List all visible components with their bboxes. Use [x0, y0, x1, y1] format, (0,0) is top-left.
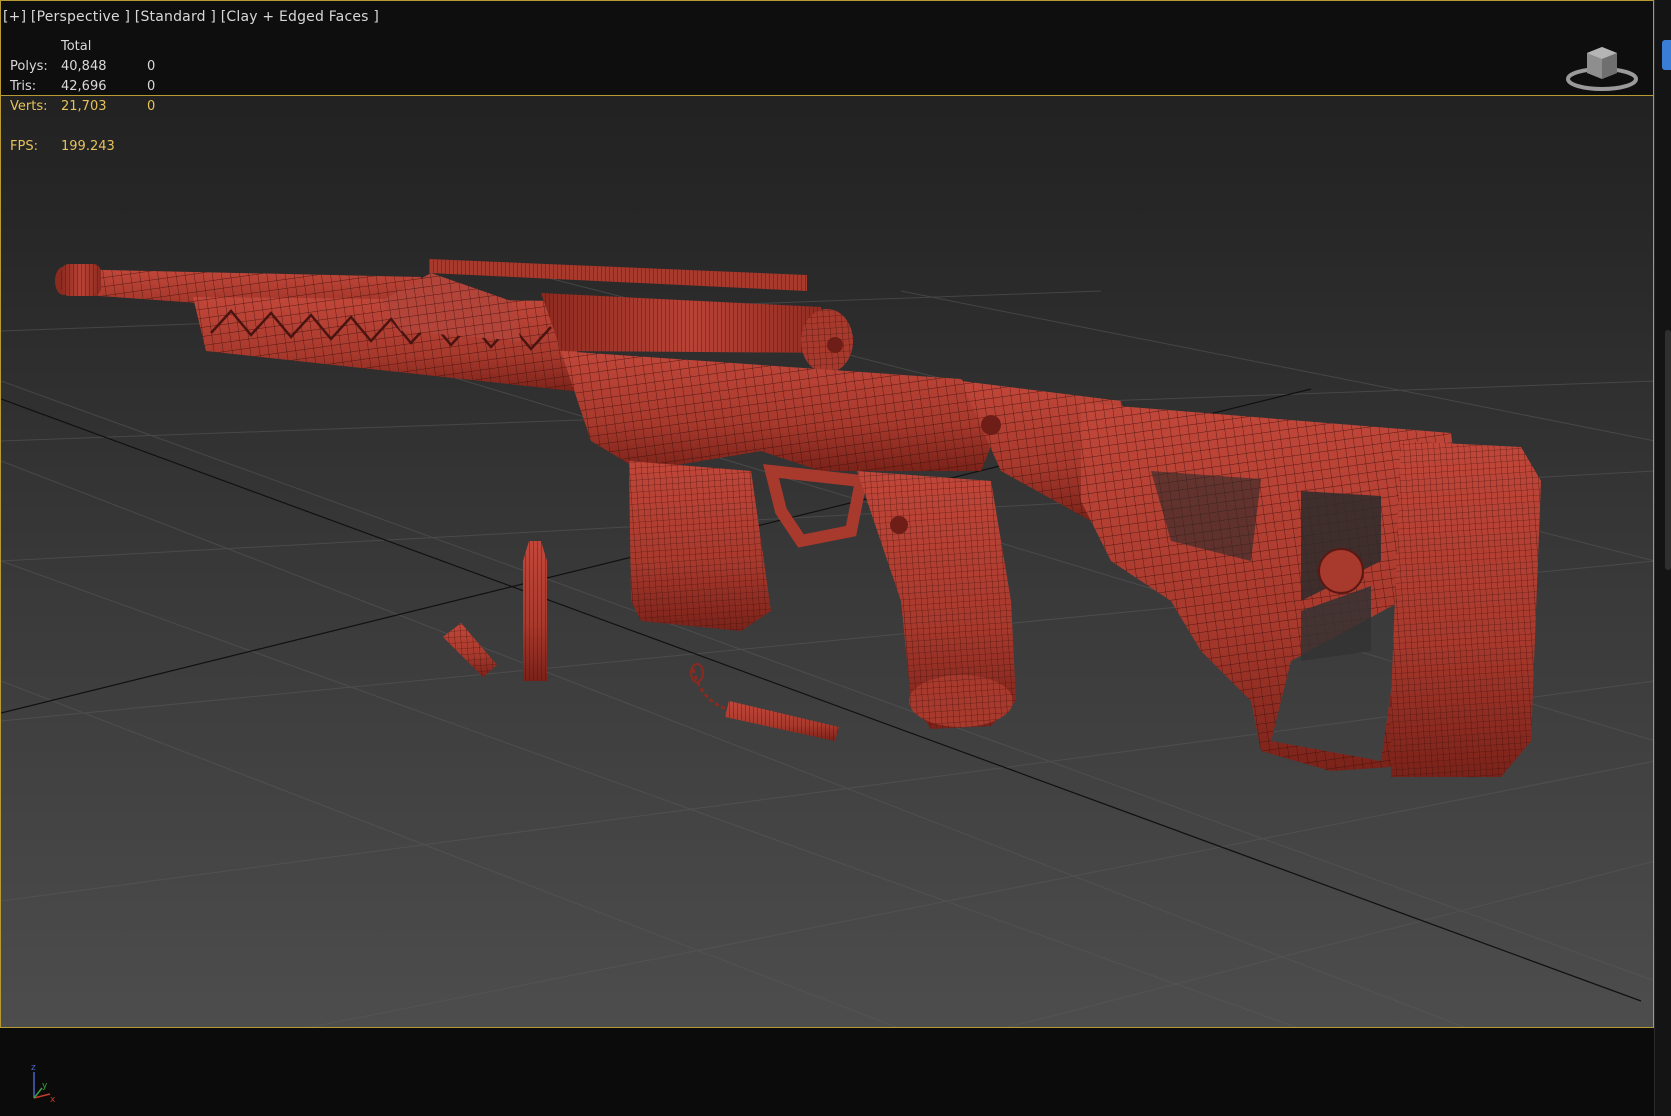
- polys-label: Polys:: [10, 59, 48, 74]
- fps-value: 199.243: [61, 139, 115, 154]
- tris-selected: 0: [147, 79, 156, 94]
- stats-total-header: Total: [61, 39, 92, 54]
- verts-total: 21,703: [61, 99, 107, 114]
- scene-canvas[interactable]: [1, 1, 1654, 1028]
- verts-selected: 0: [147, 99, 156, 114]
- viewport-bottom-bar: [0, 1028, 1654, 1116]
- statistics-overlay: Total Polys: 40,848 0 Tris: 42,696 0 Ver…: [1, 1, 221, 171]
- viewcube-icon[interactable]: [1557, 39, 1647, 95]
- verts-label: Verts:: [10, 99, 48, 114]
- application-window: [+] [Perspective ] [Standard ] [Clay + E…: [0, 0, 1671, 1116]
- tris-label: Tris:: [10, 79, 37, 94]
- axis-z-label: z: [31, 1063, 36, 1073]
- axis-y-label: y: [42, 1081, 48, 1091]
- perspective-viewport[interactable]: [+] [Perspective ] [Standard ] [Clay + E…: [0, 0, 1654, 1028]
- axis-x-label: x: [50, 1095, 56, 1105]
- polys-total: 40,848: [61, 59, 107, 74]
- fps-label: FPS:: [10, 139, 38, 154]
- polys-selected: 0: [147, 59, 156, 74]
- panel-tab[interactable]: [1662, 40, 1671, 70]
- panel-scrollbar[interactable]: [1665, 330, 1671, 570]
- axis-gizmo-icon: z x y: [31, 1063, 56, 1105]
- tris-total: 42,696: [61, 79, 107, 94]
